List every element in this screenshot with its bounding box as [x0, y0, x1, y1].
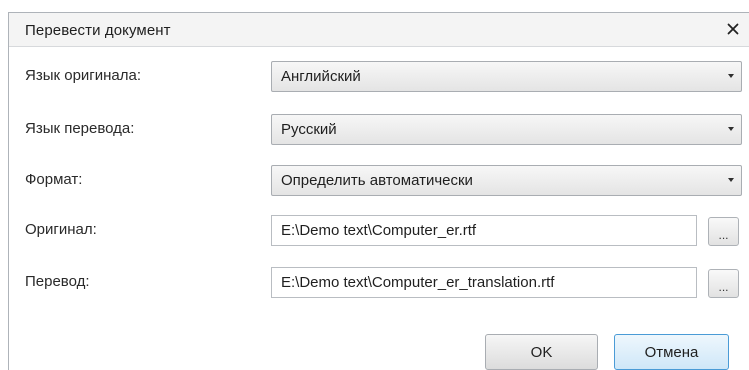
original-label: Оригинал: — [25, 221, 97, 238]
translation-path-input[interactable] — [271, 267, 697, 298]
target-language-label: Язык перевода: — [25, 120, 135, 137]
dropdown-arrow-icon — [728, 127, 734, 131]
translation-label: Перевод: — [25, 273, 90, 290]
cancel-button[interactable]: Отмена — [614, 334, 729, 370]
translate-document-dialog: Перевести документ Язык оригинала: Англи… — [8, 12, 749, 370]
source-language-label: Язык оригинала: — [25, 67, 142, 84]
source-language-value: Английский — [281, 68, 361, 85]
format-label: Формат: — [25, 171, 83, 188]
dropdown-arrow-icon — [728, 74, 734, 78]
source-language-select[interactable]: Английский — [271, 61, 742, 92]
dialog-title: Перевести документ — [25, 22, 171, 39]
target-language-select[interactable]: Русский — [271, 114, 742, 145]
close-icon — [727, 23, 739, 35]
dialog-titlebar: Перевести документ — [9, 13, 749, 47]
original-browse-button[interactable]: ... — [708, 217, 739, 246]
translation-browse-button[interactable]: ... — [708, 269, 739, 298]
format-select[interactable]: Определить автоматически — [271, 165, 742, 196]
cancel-button-label: Отмена — [644, 343, 699, 361]
browse-ellipsis-icon: ... — [718, 280, 729, 294]
close-button[interactable] — [722, 18, 744, 40]
browse-ellipsis-icon: ... — [718, 228, 729, 242]
original-path-input[interactable] — [271, 215, 697, 246]
dropdown-arrow-icon — [728, 178, 734, 182]
format-value: Определить автоматически — [281, 172, 473, 189]
ok-button[interactable]: OK — [485, 334, 598, 370]
ok-button-label: OK — [530, 343, 553, 361]
target-language-value: Русский — [281, 121, 337, 138]
